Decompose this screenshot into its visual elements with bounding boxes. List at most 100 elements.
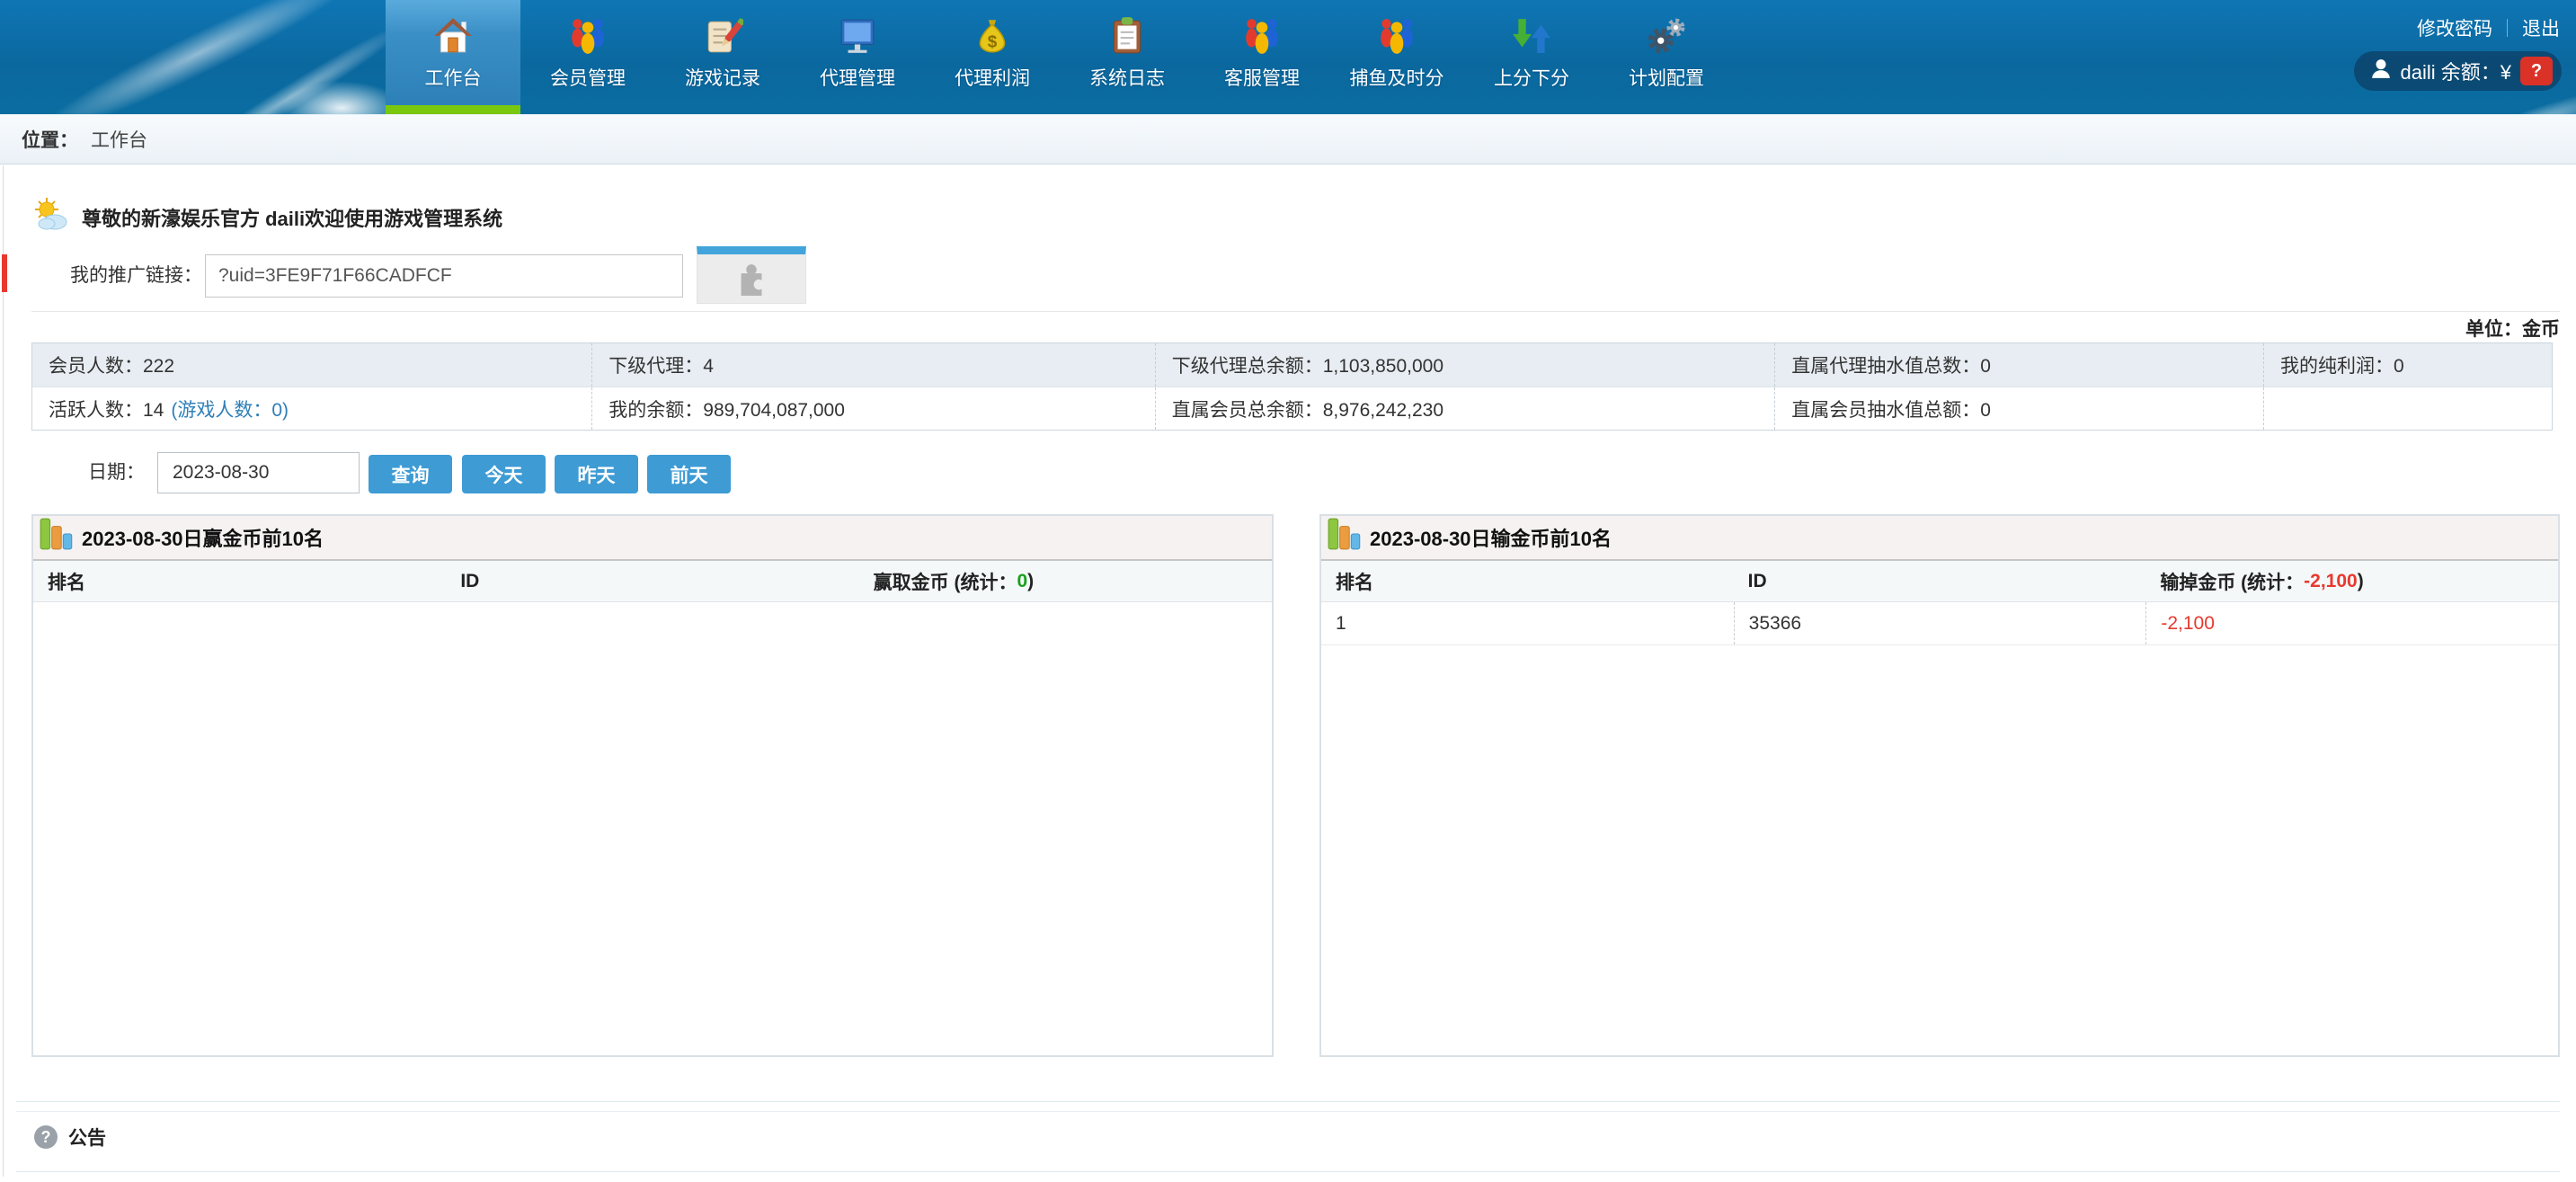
stat-direct-member-pump: 直属会员抽水值总额：0 [1774, 387, 2263, 430]
promo-link-input[interactable] [205, 254, 683, 298]
logout-link[interactable]: 退出 [2522, 14, 2560, 41]
home-icon [432, 12, 474, 60]
lose-table-row: 1 35366 -2,100 [1321, 602, 2558, 645]
stat-net-profit: 我的纯利润：0 [2263, 343, 2552, 387]
moneybag-icon: $ [972, 12, 1013, 60]
win-panel-title-bar: 2023-08-30日赢金币前10名 [33, 516, 1272, 561]
nav-item-agent-manage[interactable]: 代理管理 [790, 0, 925, 114]
announcement-divider-top [16, 1101, 2560, 1102]
user-balance-pill[interactable]: daili 余额：¥ ? [2354, 51, 2562, 91]
welcome-row: 尊敬的新濠娱乐官方 daili欢迎使用游戏管理系统 [33, 197, 502, 237]
change-password-link[interactable]: 修改密码 [2417, 14, 2492, 41]
win-ranking-panel: 2023-08-30日赢金币前10名 排名 ID 赢取金币 (统计： 0 ) [31, 514, 1274, 1057]
stats-row-2: 活跃人数：14 (游戏人数：0) 我的余额：989,704,087,000 直属… [32, 387, 2552, 430]
copy-link-button[interactable] [697, 246, 806, 304]
promo-link-label: 我的推广链接： [70, 254, 202, 298]
nav-label: 客服管理 [1224, 64, 1300, 91]
row-rank: 1 [1321, 602, 1734, 644]
date-label: 日期： [88, 452, 145, 493]
announcement-divider-top-2 [16, 1111, 2560, 1112]
col-id: ID [1734, 561, 2146, 601]
stat-my-balance: 我的余额：989,704,087,000 [591, 387, 1154, 430]
question-icon: ? [34, 1125, 58, 1149]
nav-item-members[interactable]: 会员管理 [520, 0, 655, 114]
game-users-link[interactable]: (游戏人数：0) [171, 395, 289, 422]
members-icon [567, 12, 608, 60]
section-divider [31, 311, 2560, 312]
balance-badge: ? [2520, 57, 2553, 85]
puzzle-icon [733, 258, 770, 300]
stat-direct-agent-pump: 直属代理抽水值总数：0 [1774, 343, 2263, 387]
stats-row-1: 会员人数：222 下级代理：4 下级代理总余额：1,103,850,000 直属… [32, 343, 2552, 387]
announcement-divider-bottom [16, 1171, 2560, 1172]
nav-item-plan-config[interactable]: 计划配置 [1599, 0, 1734, 114]
left-red-marker [2, 254, 7, 292]
chart-bars-icon [39, 515, 76, 557]
yesterday-button[interactable]: 昨天 [555, 455, 638, 493]
fishing-icon [1376, 12, 1417, 60]
nav-label: 系统日志 [1089, 64, 1165, 91]
nav-label: 代理利润 [955, 64, 1030, 91]
page: 工作台 会员管理 [0, 0, 2576, 1182]
lose-total-suffix: ) [2358, 571, 2364, 592]
lose-total-prefix: 输掉金币 (统计： [2160, 568, 2304, 595]
nav-item-agent-profit[interactable]: $ 代理利润 [925, 0, 1060, 114]
stat-member-count: 会员人数：222 [32, 343, 591, 387]
top-navbar: 工作台 会员管理 [0, 0, 2576, 114]
chart-bars-icon [1327, 515, 1364, 557]
nav-label: 工作台 [425, 64, 482, 91]
nav-label: 上分下分 [1494, 64, 1569, 91]
monitor-icon [837, 12, 878, 60]
stat-empty [2263, 387, 2552, 430]
welcome-message: 尊敬的新濠娱乐官方 daili欢迎使用游戏管理系统 [82, 203, 502, 232]
lose-total-value: -2,100 [2304, 571, 2358, 592]
link-separator [2507, 19, 2508, 37]
svg-text:$: $ [988, 32, 998, 51]
sun-cloud-icon [33, 197, 69, 237]
nav-label: 代理管理 [820, 64, 895, 91]
stat-active-users: 活跃人数：14 (游戏人数：0) [32, 387, 591, 430]
gears-icon [1646, 12, 1687, 60]
today-button[interactable]: 今天 [462, 455, 546, 493]
day-before-button[interactable]: 前天 [647, 455, 731, 493]
win-total-value: 0 [1017, 571, 1027, 592]
nav-item-game-records[interactable]: 游戏记录 [655, 0, 790, 114]
nav-item-fishing-score[interactable]: 捕鱼及时分 [1329, 0, 1464, 114]
clipboard-icon [1106, 12, 1148, 60]
nav-item-score-updown[interactable]: 上分下分 [1464, 0, 1599, 114]
lose-panel-header: 排名 ID 输掉金币 (统计： -2,100 ) [1321, 561, 2558, 602]
announcement-title: 公告 [68, 1124, 106, 1151]
win-total-prefix: 赢取金币 (统计： [874, 568, 1017, 595]
query-button[interactable]: 查询 [369, 455, 452, 493]
lose-ranking-panel: 2023-08-30日输金币前10名 排名 ID 输掉金币 (统计： -2,10… [1319, 514, 2560, 1057]
left-edge-line [3, 165, 4, 1177]
col-lose-total: 输掉金币 (统计： -2,100 ) [2145, 561, 2558, 601]
main-nav: 工作台 会员管理 [386, 0, 1734, 114]
col-rank: 排名 [33, 561, 446, 601]
stat-sub-agents: 下级代理：4 [591, 343, 1154, 387]
service-icon [1241, 12, 1283, 60]
user-icon [2370, 58, 2392, 84]
user-balance-label: daili 余额：¥ [2401, 57, 2511, 85]
unit-label: 单位：金币 [2465, 315, 2560, 342]
lose-panel-title-bar: 2023-08-30日输金币前10名 [1321, 516, 2558, 561]
win-total-suffix: ) [1027, 571, 1034, 592]
nav-item-workbench[interactable]: 工作台 [386, 0, 520, 114]
date-input[interactable] [157, 452, 360, 493]
game-records-icon [702, 12, 743, 60]
active-users-text: 活跃人数：14 [49, 395, 164, 422]
win-panel-header: 排名 ID 赢取金币 (统计： 0 ) [33, 561, 1272, 602]
breadcrumb-value: 工作台 [91, 126, 147, 153]
col-win-total: 赢取金币 (统计： 0 ) [859, 561, 1272, 601]
nav-item-system-log[interactable]: 系统日志 [1060, 0, 1195, 114]
stats-table: 会员人数：222 下级代理：4 下级代理总余额：1,103,850,000 直属… [31, 342, 2553, 431]
nav-label: 捕鱼及时分 [1350, 64, 1444, 91]
breadcrumb: 位置： 工作台 [0, 114, 2576, 164]
col-rank: 排名 [1321, 561, 1734, 601]
nav-item-service-manage[interactable]: 客服管理 [1195, 0, 1329, 114]
breadcrumb-label: 位置： [22, 126, 78, 153]
updown-arrows-icon [1511, 12, 1552, 60]
lose-panel-title: 2023-08-30日输金币前10名 [1370, 523, 1612, 552]
nav-label: 会员管理 [550, 64, 626, 91]
stat-direct-member-balance: 直属会员总余额：8,976,242,230 [1155, 387, 1775, 430]
